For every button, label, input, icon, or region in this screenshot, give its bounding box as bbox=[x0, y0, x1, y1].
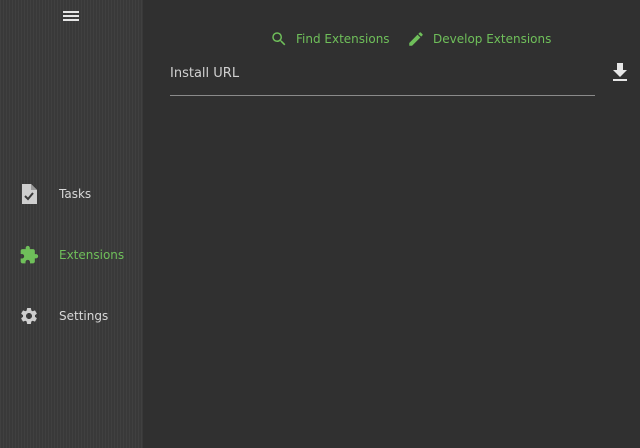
sidebar-item-label: Tasks bbox=[59, 187, 92, 201]
sidebar-item-label: Extensions bbox=[59, 248, 125, 262]
develop-extensions-button[interactable]: Develop Extensions bbox=[407, 28, 551, 50]
install-download-button[interactable] bbox=[611, 62, 629, 82]
gear-icon bbox=[19, 306, 39, 326]
sidebar-item-tasks[interactable]: Tasks bbox=[0, 174, 143, 214]
task-document-check-icon bbox=[19, 184, 39, 204]
hamburger-menu-icon bbox=[63, 11, 79, 21]
puzzle-piece-icon bbox=[19, 245, 39, 265]
menu-button[interactable] bbox=[59, 6, 83, 26]
install-url-input[interactable] bbox=[170, 60, 595, 86]
sidebar: Tasks Extensions Settings bbox=[0, 0, 143, 448]
find-extensions-button[interactable]: Find Extensions bbox=[270, 28, 390, 50]
find-extensions-label: Find Extensions bbox=[296, 32, 390, 46]
sidebar-item-settings[interactable]: Settings bbox=[0, 296, 143, 336]
main-content: Find Extensions Develop Extensions bbox=[143, 0, 640, 448]
app-window: Tasks Extensions Settings Find Extension… bbox=[0, 0, 640, 448]
install-url-field-container bbox=[170, 60, 595, 96]
download-icon bbox=[613, 63, 627, 81]
sidebar-item-label: Settings bbox=[59, 309, 109, 323]
pencil-icon bbox=[409, 32, 423, 46]
search-icon bbox=[272, 32, 286, 46]
sidebar-item-extensions[interactable]: Extensions bbox=[0, 235, 143, 275]
develop-extensions-label: Develop Extensions bbox=[433, 32, 552, 46]
